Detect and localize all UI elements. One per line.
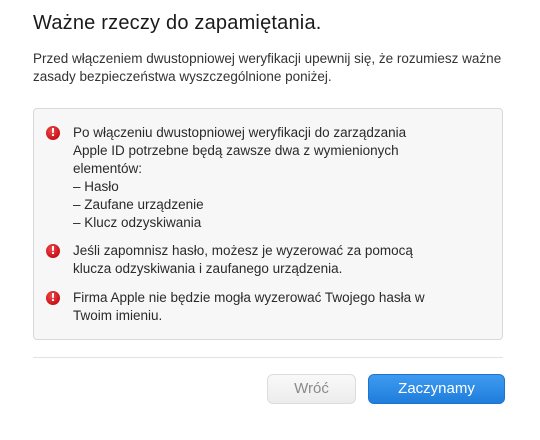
note-line: Firma Apple nie będzie mogła wyzerować T… (73, 290, 425, 305)
back-button[interactable]: Wróć (267, 374, 356, 404)
note-list-item-trusted-device: – Zaufane urządzenie (73, 197, 204, 212)
note-text: Firma Apple nie będzie mogła wyzerować T… (73, 289, 493, 325)
note-line: Twoim imieniu. (73, 308, 163, 323)
note-text: Po włączeniu dwustopniowej weryfikacji d… (73, 124, 493, 232)
dialog-intro-text: Przed włączeniem dwustopniowej weryfikac… (33, 51, 502, 84)
footer-divider (33, 357, 503, 358)
note-line: Jeśli zapomnisz hasło, możesz je wyzerow… (73, 243, 413, 258)
note-line: Po włączeniu dwustopniowej weryfikacji d… (73, 125, 407, 140)
important-notes-panel: ! Po włączeniu dwustopniowej weryfikacji… (33, 108, 503, 340)
exclamation-alert-icon: ! (46, 291, 60, 305)
dialog-title: Ważne rzeczy do zapamiętania. (33, 12, 322, 34)
exclamation-alert-icon: ! (46, 126, 60, 140)
note-list-item-recovery-key: – Klucz odzyskiwania (73, 215, 202, 230)
exclamation-alert-icon: ! (46, 244, 60, 258)
note-line: elementów: (73, 161, 143, 176)
note-line: Apple ID potrzebne będą zawsze dwa z wym… (73, 143, 399, 158)
start-button[interactable]: Zaczynamy (368, 374, 505, 404)
note-line: klucza odzyskiwania i zaufanego urządzen… (73, 261, 343, 276)
two-step-verification-dialog: Ważne rzeczy do zapamiętania. Przed włąc… (0, 0, 540, 440)
note-list-item-password: – Hasło (73, 179, 119, 194)
note-text: Jeśli zapomnisz hasło, możesz je wyzerow… (73, 242, 493, 278)
